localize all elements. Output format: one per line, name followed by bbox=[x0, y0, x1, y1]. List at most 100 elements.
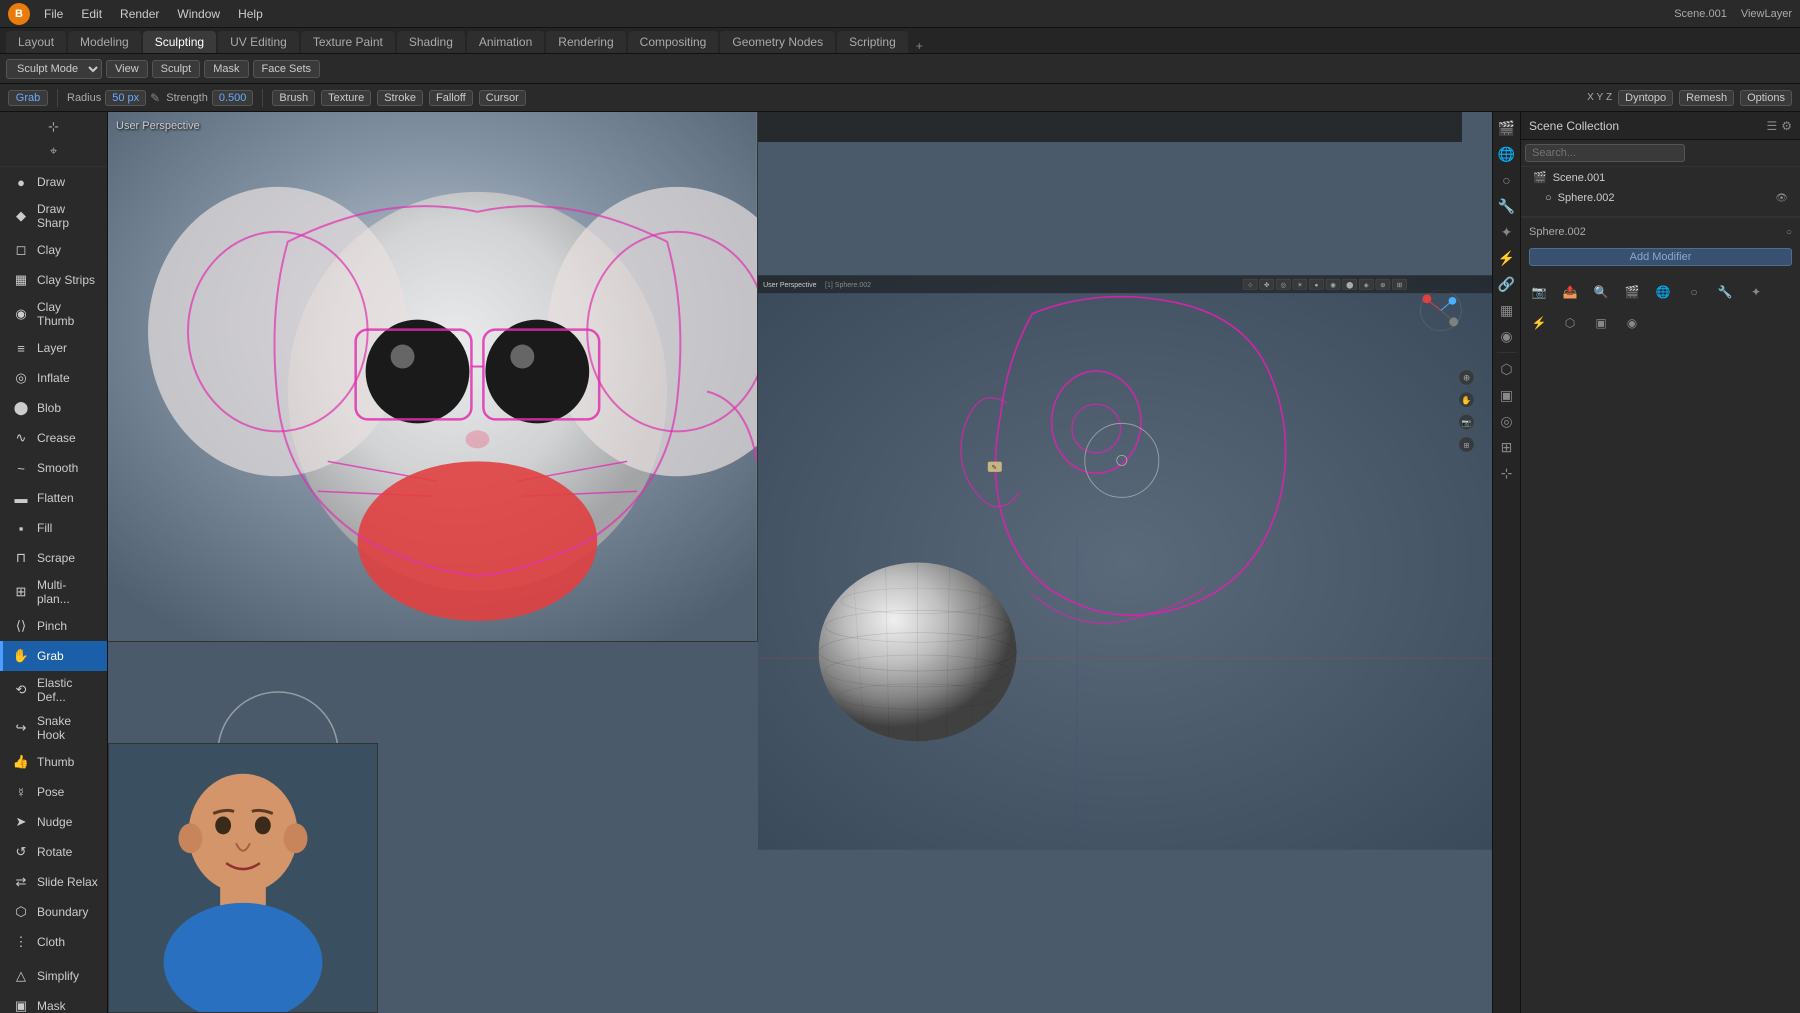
remesh-dropdown[interactable]: Remesh bbox=[1679, 90, 1734, 106]
tab-layout[interactable]: Layout bbox=[6, 31, 66, 53]
tool-flatten[interactable]: ▬ Flatten bbox=[0, 483, 107, 513]
prop-modifier-icon[interactable]: 🔧 bbox=[1495, 194, 1519, 218]
boundary-icon: ⬡ bbox=[11, 902, 31, 922]
outliner-settings-icon[interactable]: ⚙ bbox=[1781, 119, 1792, 133]
props-tab-world-set[interactable]: 🌐 bbox=[1649, 278, 1677, 306]
prop-physics-icon[interactable]: ⚡ bbox=[1495, 246, 1519, 270]
sculpt-button[interactable]: Sculpt bbox=[152, 60, 201, 78]
visibility-icon[interactable]: 👁 bbox=[1775, 193, 1788, 204]
tool-rotate[interactable]: ↺ Rotate bbox=[0, 837, 107, 867]
tab-compositing[interactable]: Compositing bbox=[628, 31, 719, 53]
object-name-label: Sphere.002 bbox=[1529, 226, 1586, 238]
menu-help[interactable]: Help bbox=[230, 4, 271, 24]
menu-edit[interactable]: Edit bbox=[73, 4, 110, 24]
cursor-tool-icon[interactable]: ⊹ bbox=[43, 116, 65, 138]
tab-modeling[interactable]: Modeling bbox=[68, 31, 141, 53]
tool-layer[interactable]: ≡ Layer bbox=[0, 333, 107, 363]
radius-control[interactable]: Radius 50 px ✎ bbox=[67, 90, 160, 106]
prop-scene-icon[interactable]: 🎬 bbox=[1495, 116, 1519, 140]
prop-extra-3-icon[interactable]: ◎ bbox=[1495, 409, 1519, 433]
props-tab-object-set[interactable]: ○ bbox=[1680, 278, 1708, 306]
tab-scripting[interactable]: Scripting bbox=[837, 31, 908, 53]
tool-nudge[interactable]: ➤ Nudge bbox=[0, 807, 107, 837]
tool-draw[interactable]: ● Draw bbox=[0, 167, 107, 197]
props-tab-data-set[interactable]: ▣ bbox=[1587, 309, 1615, 337]
dyntopo-dropdown[interactable]: Dyntopo bbox=[1618, 90, 1673, 106]
tool-slide-relax[interactable]: ⇄ Slide Relax bbox=[0, 867, 107, 897]
prop-extra-1-icon[interactable]: ⬡ bbox=[1495, 357, 1519, 381]
tool-cloth[interactable]: ⋮ Cloth bbox=[0, 927, 107, 957]
tab-uv-editing[interactable]: UV Editing bbox=[218, 31, 299, 53]
tab-geometry-nodes[interactable]: Geometry Nodes bbox=[720, 31, 835, 53]
brush-dropdown[interactable]: Brush bbox=[272, 90, 315, 106]
view-button[interactable]: View bbox=[106, 60, 148, 78]
strength-value[interactable]: 0.500 bbox=[212, 90, 254, 106]
tool-boundary[interactable]: ⬡ Boundary bbox=[0, 897, 107, 927]
add-modifier-button[interactable]: Add Modifier bbox=[1529, 248, 1792, 266]
tool-grab[interactable]: ✋ Grab bbox=[0, 641, 107, 671]
tab-shading[interactable]: Shading bbox=[397, 31, 465, 53]
prop-constraints-icon[interactable]: 🔗 bbox=[1495, 272, 1519, 296]
strength-control[interactable]: Strength 0.500 bbox=[166, 90, 253, 106]
props-tab-scene-set[interactable]: 🎬 bbox=[1618, 278, 1646, 306]
tool-mask[interactable]: ▣ Mask bbox=[0, 991, 107, 1013]
tab-rendering[interactable]: Rendering bbox=[546, 31, 625, 53]
tool-crease[interactable]: ∿ Crease bbox=[0, 423, 107, 453]
face-sets-button[interactable]: Face Sets bbox=[253, 60, 321, 78]
tool-elastic-def[interactable]: ⟲ Elastic Def... bbox=[0, 671, 107, 709]
tool-clay-thumb[interactable]: ◉ Clay Thumb bbox=[0, 295, 107, 333]
props-tab-output[interactable]: 📤 bbox=[1556, 278, 1584, 306]
tool-clay-strips[interactable]: ▦ Clay Strips bbox=[0, 265, 107, 295]
prop-world-icon[interactable]: 🌐 bbox=[1495, 142, 1519, 166]
prop-object-icon[interactable]: ○ bbox=[1495, 168, 1519, 192]
props-tab-part-set[interactable]: ✦ bbox=[1742, 278, 1770, 306]
menu-file[interactable]: File bbox=[36, 4, 71, 24]
tool-clay[interactable]: ◻ Clay bbox=[0, 235, 107, 265]
menu-render[interactable]: Render bbox=[112, 4, 167, 24]
prop-extra-5-icon[interactable]: ⊹ bbox=[1495, 461, 1519, 485]
menu-window[interactable]: Window bbox=[169, 4, 228, 24]
tool-simplify[interactable]: △ Simplify bbox=[0, 961, 107, 991]
props-tab-mat-set[interactable]: ◉ bbox=[1618, 309, 1646, 337]
tool-inflate[interactable]: ◎ Inflate bbox=[0, 363, 107, 393]
props-tab-phys-set[interactable]: ⚡ bbox=[1525, 309, 1553, 337]
tool-smooth[interactable]: ~ Smooth bbox=[0, 453, 107, 483]
scene-item-sphere002[interactable]: ○ Sphere.002 👁 bbox=[1521, 188, 1800, 208]
add-workspace-button[interactable]: + bbox=[910, 39, 929, 53]
texture-dropdown[interactable]: Texture bbox=[321, 90, 371, 106]
tool-draw-sharp[interactable]: ◆ Draw Sharp bbox=[0, 197, 107, 235]
radius-value[interactable]: 50 px bbox=[105, 90, 146, 106]
tool-pose[interactable]: ☿ Pose bbox=[0, 777, 107, 807]
props-tab-mod-set[interactable]: 🔧 bbox=[1711, 278, 1739, 306]
prop-material-icon[interactable]: ◉ bbox=[1495, 324, 1519, 348]
props-tab-render[interactable]: 📷 bbox=[1525, 278, 1553, 306]
cursor-dropdown[interactable]: Cursor bbox=[479, 90, 526, 106]
mode-select[interactable]: Sculpt Mode bbox=[6, 59, 102, 79]
viewport-nav-icons: ⊕ ✋ 📷 ⊞ bbox=[1459, 370, 1474, 452]
scene-item-scene001[interactable]: 🎬 Scene.001 bbox=[1521, 167, 1800, 188]
tool-pinch[interactable]: ⟨⟩ Pinch bbox=[0, 611, 107, 641]
tool-thumb[interactable]: 👍 Thumb bbox=[0, 747, 107, 777]
prop-extra-4-icon[interactable]: ⊞ bbox=[1495, 435, 1519, 459]
tool-snake-hook[interactable]: ↪ Snake Hook bbox=[0, 709, 107, 747]
tool-fill[interactable]: ▪ Fill bbox=[0, 513, 107, 543]
outliner-filter-icon[interactable]: ☰ bbox=[1766, 119, 1777, 133]
props-tab-view[interactable]: 🔍 bbox=[1587, 278, 1615, 306]
tab-texture-paint[interactable]: Texture Paint bbox=[301, 31, 395, 53]
mask-button[interactable]: Mask bbox=[204, 60, 248, 78]
props-tab-con-set[interactable]: ⬡ bbox=[1556, 309, 1584, 337]
options-dropdown[interactable]: Options bbox=[1740, 90, 1792, 106]
stroke-dropdown[interactable]: Stroke bbox=[377, 90, 423, 106]
prop-data-icon[interactable]: ▦ bbox=[1495, 298, 1519, 322]
tab-sculpting[interactable]: Sculpting bbox=[143, 31, 216, 53]
prop-particles-icon[interactable]: ✦ bbox=[1495, 220, 1519, 244]
tool-scrape[interactable]: ⊓ Scrape bbox=[0, 543, 107, 573]
tab-animation[interactable]: Animation bbox=[467, 31, 544, 53]
outliner-search-input[interactable] bbox=[1525, 144, 1685, 162]
viewport-area[interactable]: User Perspective [1] Sphere.002 bbox=[108, 112, 1492, 1013]
tool-multi-plane[interactable]: ⊞ Multi-plan... bbox=[0, 573, 107, 611]
transform-tool-icon[interactable]: ⌖ bbox=[43, 140, 65, 162]
falloff-dropdown[interactable]: Falloff bbox=[429, 90, 473, 106]
prop-extra-2-icon[interactable]: ▣ bbox=[1495, 383, 1519, 407]
tool-blob[interactable]: ⬤ Blob bbox=[0, 393, 107, 423]
